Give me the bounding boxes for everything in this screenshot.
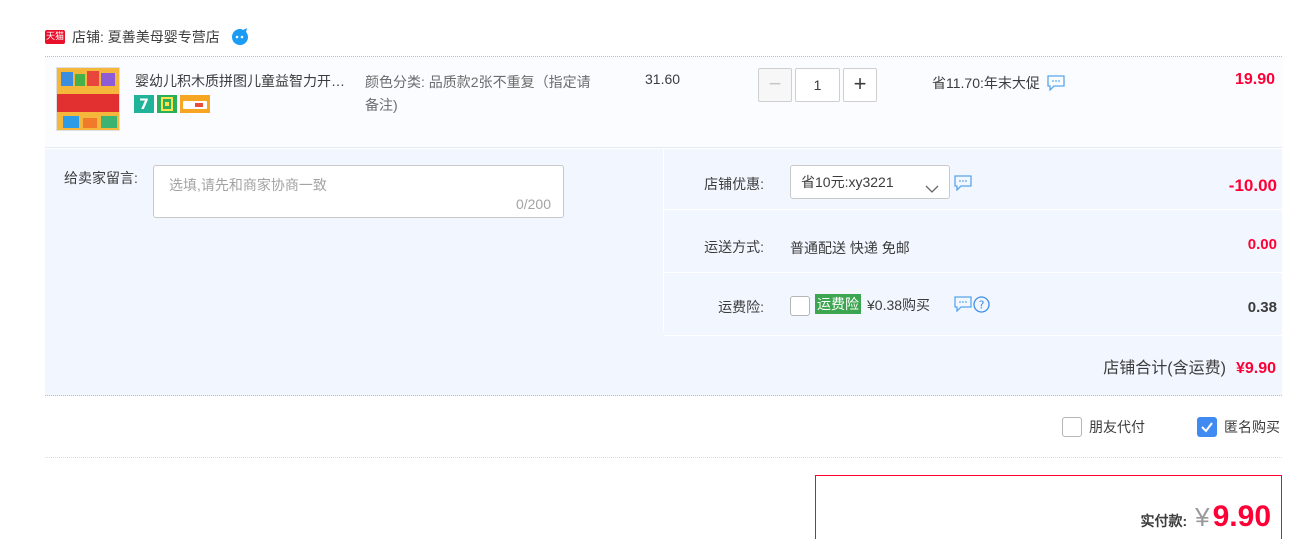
shop-total-label: 店铺合计(含运费) (1103, 360, 1226, 377)
item-promotion: 省11.70:年末大促 (932, 73, 1065, 93)
guarantee-icon[interactable] (157, 95, 177, 113)
quantity-decrease-button[interactable]: − (758, 68, 792, 102)
checkmark-icon (1201, 422, 1213, 433)
friend-pay-option[interactable]: 朋友代付 (1062, 417, 1145, 437)
anonymous-option[interactable]: 匿名购买 (1197, 417, 1280, 437)
payment-total: 实付款: ¥ 9.90 (1140, 500, 1271, 534)
insurance-comment-icon[interactable] (954, 296, 972, 316)
svg-text:?: ? (979, 299, 985, 312)
shop-header: 天猫 店铺: 夏善美母婴专营店 (45, 24, 250, 50)
shipping-value: 0.00 (1247, 236, 1277, 253)
anonymous-checkbox[interactable] (1197, 417, 1217, 437)
help-icon[interactable]: ? (973, 296, 990, 316)
payment-summary-box: 实付款: ¥ 9.90 (815, 475, 1282, 539)
wangwang-chat-icon[interactable] (230, 27, 250, 47)
insurance-checkbox[interactable] (790, 296, 810, 316)
order-extra-section: 给卖家留言: 选填,请先和商家协商一致 0/200 店铺优惠: 省10元:xy3… (45, 149, 1283, 396)
shipping-method: 普通配送 快递 免邮 (790, 240, 910, 256)
shop-options-panel: 店铺优惠: 省10元:xy3221 -10.00 运送方式: 普通配送 快递 免… (663, 149, 1283, 336)
coupon-select[interactable]: 省10元:xy3221 (790, 165, 950, 199)
quantity-stepper: − 1 + (758, 68, 877, 102)
svg-text:7: 7 (139, 97, 149, 113)
friend-pay-checkbox[interactable] (1062, 417, 1082, 437)
promotion-comment-icon[interactable] (1047, 75, 1065, 92)
insurance-value: 0.38 (1247, 299, 1277, 316)
insurance-label: 运费险: (718, 299, 764, 315)
order-item-row: 婴幼儿积木质拼图儿童益智力开发早教玩具 7 颜色分类: 品质款2张不重复（指定请… (45, 56, 1282, 148)
product-thumbnail[interactable] (56, 67, 120, 131)
friend-pay-label: 朋友代付 (1089, 419, 1145, 435)
promotion-text: 省11.70:年末大促 (932, 75, 1040, 91)
seven-day-return-icon[interactable]: 7 (134, 95, 154, 113)
seller-message-input[interactable]: 选填,请先和商家协商一致 0/200 (153, 165, 564, 218)
coupon-row: 店铺优惠: 省10元:xy3221 -10.00 (664, 149, 1283, 210)
unit-price: 31.60 (645, 71, 681, 87)
payment-label: 实付款: (1140, 513, 1188, 529)
seller-message-counter: 0/200 (515, 196, 551, 212)
payment-amount: 9.90 (1212, 500, 1271, 533)
coupon-comment-icon[interactable] (954, 175, 972, 192)
tmall-logo-icon: 天猫 (45, 30, 65, 44)
quantity-input[interactable]: 1 (795, 68, 840, 102)
service-icons: 7 (134, 95, 210, 113)
payment-options-row: 朋友代付 匿名购买 (45, 397, 1282, 458)
payment-currency: ¥ (1195, 502, 1210, 532)
product-title[interactable]: 婴幼儿积木质拼图儿童益智力开发早教玩具 (135, 71, 357, 91)
quantity-increase-button[interactable]: + (843, 68, 877, 102)
chevron-down-icon (925, 175, 939, 193)
anonymous-label: 匿名购买 (1224, 419, 1280, 435)
shop-total: 店铺合计(含运费) ¥9.90 (1103, 354, 1276, 378)
insurance-row: 运费险: 运费险 ¥0.38购买 ? 0.38 (664, 275, 1283, 336)
credit-card-icon[interactable] (180, 95, 210, 113)
insurance-tag: 运费险 (815, 294, 861, 314)
insurance-price: ¥0.38购买 (867, 297, 931, 313)
coupon-label: 店铺优惠: (704, 176, 764, 192)
item-subtotal: 19.90 (1234, 71, 1275, 88)
shipping-label: 运送方式: (704, 239, 764, 255)
insurance-help-icons: ? (954, 296, 990, 316)
coupon-selected-value: 省10元:xy3221 (801, 174, 894, 190)
shipping-row: 运送方式: 普通配送 快递 免邮 0.00 (664, 212, 1283, 273)
shop-name[interactable]: 店铺: 夏善美母婴专营店 (72, 27, 220, 47)
shop-total-value: ¥9.90 (1235, 360, 1276, 377)
sku-info: 颜色分类: 品质款2张不重复（指定请备注) (365, 74, 591, 113)
coupon-value: -10.00 (1228, 176, 1277, 195)
seller-message-label: 给卖家留言: (64, 170, 138, 186)
seller-message-placeholder: 选填,请先和商家协商一致 (169, 177, 327, 193)
